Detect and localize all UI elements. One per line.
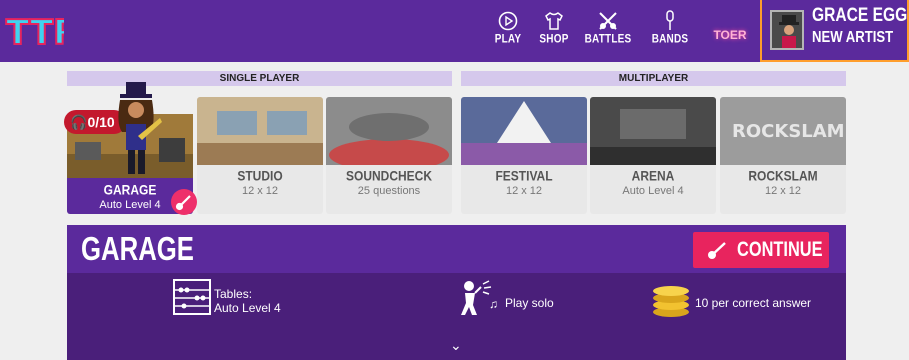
expand-chevron-icon[interactable]: ⌄ [450,337,462,354]
nav-shop[interactable]: SHOP [530,10,578,56]
nav-bands-label: BANDS [651,33,689,46]
garage-play-button[interactable] [171,189,197,215]
studio-thumbnail [197,97,323,165]
mode-subtitle: 12 x 12 [764,185,802,197]
avatar[interactable] [770,10,804,50]
logo-text: TTRS [6,13,64,53]
play-icon [498,11,518,31]
tables-info: Tables: Auto Level 4 [214,287,281,315]
tour-link[interactable]: TOER [705,28,755,42]
mode-card-studio[interactable]: STUDIO 12 x 12 [197,97,323,214]
mode-title: ARENA [631,168,675,184]
mode-subtitle: 12 x 12 [241,185,279,197]
tshirt-icon [545,12,563,30]
mode-title: ROCKSLAM [748,168,818,184]
mode-title: STUDIO [237,168,283,184]
music-note-icon: ♫ [489,297,498,311]
nav-battles-label: BATTLES [584,33,632,46]
mode-title: SOUNDCHECK [345,168,432,184]
abacus-icon [173,279,211,315]
mode-card-festival[interactable]: FESTIVAL 12 x 12 [461,97,587,214]
mode-card-rockslam[interactable]: ROCKSLAM ROCKSLAM 12 x 12 [720,97,846,214]
tables-value: Auto Level 4 [214,301,281,315]
nav-shop-label: SHOP [539,33,569,46]
soundcheck-thumbnail [326,97,452,165]
profile-rank: NEW ARTIST [812,29,894,46]
coins-icon [653,286,689,317]
nav-bands[interactable]: BANDS [646,10,694,56]
festival-thumbnail [461,97,587,165]
headphones-icon: 🎧 [70,114,88,130]
mode-subtitle: 12 x 12 [505,185,543,197]
profile-panel[interactable]: GRACE EGG NEW ARTIST [760,0,909,62]
nav-play[interactable]: PLAY [484,10,532,56]
mode-title: FESTIVAL [495,168,553,184]
microphone-icon [666,10,674,30]
crossed-guitars-icon [599,12,617,30]
rockslam-logo-text: ROCKSLAM [732,121,845,142]
rockstar-character [118,82,162,174]
nav-play-label: PLAY [494,33,522,46]
detail-header: GARAGE CONTINUE [67,225,846,273]
continue-label: CONTINUE [737,238,823,261]
mode-subtitle: 25 questions [357,185,421,197]
detail-title: GARAGE [81,230,194,267]
arena-thumbnail [590,97,716,165]
mode-detail-panel: GARAGE CONTINUE Tables: Auto Level 4 ♫ P… [67,225,846,360]
mode-card-soundcheck[interactable]: SOUNDCHECK 25 questions [326,97,452,214]
rockslam-thumbnail: ROCKSLAM [720,97,846,165]
continue-button[interactable]: CONTINUE [693,232,829,268]
nav-battles[interactable]: BATTLES [584,10,632,56]
tables-label: Tables: [214,287,253,301]
reward-text: 10 per correct answer [695,296,812,310]
guitar-icon [175,195,191,211]
play-mode-text: Play solo [505,296,554,310]
top-bar: TTRS PLAY SHOP BATTLES BANDS TOER GRACE … [0,0,909,62]
multiplayer-header: MULTIPLAYER [461,71,846,86]
mode-subtitle: Auto Level 4 [622,185,684,197]
guitar-icon [708,242,726,259]
profile-name: GRACE EGG [812,5,908,26]
ttrs-logo[interactable]: TTRS [4,6,105,54]
mode-card-arena[interactable]: ARENA Auto Level 4 [590,97,716,214]
